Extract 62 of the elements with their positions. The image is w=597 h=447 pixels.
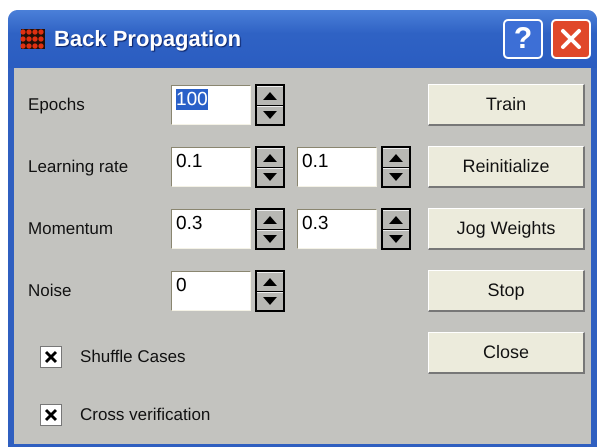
action-button[interactable]: Reinitialize	[428, 146, 585, 188]
spin-up-button[interactable]	[383, 148, 409, 166]
up-arrow-icon	[389, 154, 403, 162]
checkbox-label: Cross verification	[80, 405, 210, 425]
down-arrow-icon	[389, 173, 403, 182]
check-x-icon	[44, 350, 58, 364]
help-button[interactable]: ?	[503, 19, 543, 59]
spin-down-button[interactable]	[257, 230, 283, 248]
up-arrow-icon	[263, 154, 277, 162]
number-field[interactable]: 0	[171, 271, 251, 311]
check-x-icon	[44, 408, 58, 422]
number-field[interactable]: 0.3	[171, 209, 251, 249]
spinner[interactable]	[255, 270, 285, 312]
number-field[interactable]: 0.3	[297, 209, 377, 249]
spin-up-button[interactable]	[257, 148, 283, 166]
spin-down-button[interactable]	[383, 168, 409, 186]
spinner[interactable]	[255, 84, 285, 126]
spinner[interactable]	[381, 208, 411, 250]
field-value: 0.1	[176, 151, 202, 172]
field-value: 0.3	[176, 213, 202, 234]
network-dots-icon	[20, 28, 46, 50]
field-value: 0.3	[302, 213, 328, 234]
field-value: 0.1	[302, 151, 328, 172]
field-value: 100	[176, 89, 208, 110]
close-icon	[559, 27, 583, 51]
down-arrow-icon	[263, 235, 277, 244]
parameter-label: Learning rate	[28, 157, 130, 177]
spin-down-button[interactable]	[257, 106, 283, 124]
parameter-label: Momentum	[28, 219, 114, 239]
checkbox[interactable]	[40, 404, 62, 426]
number-field[interactable]: 0.1	[171, 147, 251, 187]
down-arrow-icon	[263, 297, 277, 306]
up-arrow-icon	[389, 216, 403, 224]
spinner[interactable]	[255, 208, 285, 250]
spinner[interactable]	[381, 146, 411, 188]
spin-up-button[interactable]	[257, 272, 283, 290]
field-value: 0	[176, 275, 187, 296]
down-arrow-icon	[389, 235, 403, 244]
parameter-label: Epochs	[28, 95, 86, 115]
down-arrow-icon	[263, 173, 277, 182]
window-title: Back Propagation	[54, 26, 242, 52]
up-arrow-icon	[263, 92, 277, 100]
spin-down-button[interactable]	[383, 230, 409, 248]
parameter-label: Noise	[28, 281, 72, 301]
action-button[interactable]: Stop	[428, 270, 585, 312]
action-button[interactable]: Train	[428, 84, 585, 126]
checkbox[interactable]	[40, 346, 62, 368]
down-arrow-icon	[263, 111, 277, 120]
number-field[interactable]: 100	[171, 85, 251, 125]
spin-up-button[interactable]	[383, 210, 409, 228]
checkbox-label: Shuffle Cases	[80, 347, 186, 367]
action-button[interactable]: Jog Weights	[428, 208, 585, 250]
up-arrow-icon	[263, 216, 277, 224]
up-arrow-icon	[263, 278, 277, 286]
spin-up-button[interactable]	[257, 86, 283, 104]
spin-down-button[interactable]	[257, 292, 283, 310]
spin-up-button[interactable]	[257, 210, 283, 228]
close-button[interactable]	[551, 19, 591, 59]
action-button[interactable]: Close	[428, 332, 585, 374]
spin-down-button[interactable]	[257, 168, 283, 186]
spinner[interactable]	[255, 146, 285, 188]
number-field[interactable]: 0.1	[297, 147, 377, 187]
